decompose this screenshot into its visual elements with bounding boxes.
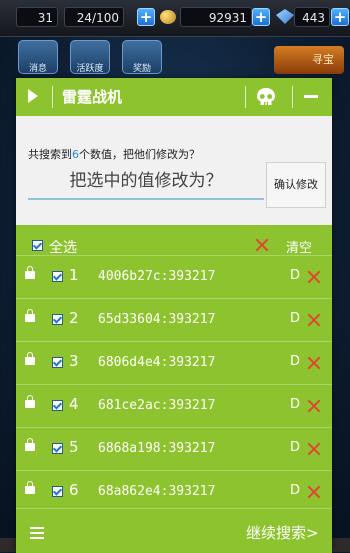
- found-count-text: 共搜索到6个数值，把他们修改为？: [28, 146, 200, 162]
- row-address: 6806d4e4:393217: [98, 355, 216, 370]
- delete-row-icon[interactable]: [307, 270, 321, 284]
- treasure-button[interactable]: 寻宝: [274, 46, 344, 74]
- delete-row-icon[interactable]: [307, 313, 321, 327]
- row-address: 6868a198:393217: [98, 441, 216, 456]
- row-checkbox[interactable]: [52, 400, 63, 411]
- title-bar: 雷霆战机: [16, 78, 332, 116]
- modifier-panel: 雷霆战机 共搜索到6个数值，把他们修改为？ 确认修改 全选 清空 1 4006b…: [16, 78, 332, 553]
- messages-icon[interactable]: 消息: [18, 40, 58, 74]
- continue-search-button[interactable]: 继续搜索>: [246, 522, 319, 543]
- row-address: 68a862e4:393217: [98, 484, 216, 499]
- row-type: D: [290, 440, 301, 455]
- title-divider: [292, 86, 293, 108]
- row-type: D: [290, 397, 301, 412]
- new-value-input[interactable]: [28, 164, 264, 200]
- add-coins-button[interactable]: +: [252, 8, 270, 26]
- coin-stat: 92931: [180, 7, 252, 27]
- result-row[interactable]: 6 68a862e4:393217 D: [16, 470, 332, 513]
- activity-icon[interactable]: 活跃度: [70, 40, 110, 74]
- lock-icon[interactable]: [25, 438, 35, 451]
- row-index: 3: [69, 352, 79, 370]
- row-type: D: [290, 354, 301, 369]
- energy-stat: 24/100: [64, 7, 124, 27]
- row-address: 681ce2ac:393217: [98, 398, 216, 413]
- game-top-bar: 31 24/100 + 92931 + 443 +: [0, 0, 350, 37]
- confirm-modify-button[interactable]: 确认修改: [266, 162, 326, 208]
- bottom-bar: 继续搜索>: [16, 508, 332, 553]
- row-checkbox[interactable]: [52, 314, 63, 325]
- result-row[interactable]: 2 65d33604:393217 D: [16, 298, 332, 341]
- select-all-checkbox[interactable]: [32, 240, 43, 251]
- lock-icon[interactable]: [25, 266, 35, 279]
- found-count: 6: [72, 148, 79, 161]
- play-icon[interactable]: [28, 89, 38, 103]
- delete-row-icon[interactable]: [307, 442, 321, 456]
- found-prefix: 共搜索到: [28, 148, 72, 161]
- result-row[interactable]: 1 4006b27c:393217 D: [16, 255, 332, 298]
- row-checkbox[interactable]: [52, 443, 63, 454]
- row-index: 2: [69, 309, 79, 327]
- found-suffix: 个数值，把他们修改为？: [79, 148, 200, 161]
- row-checkbox[interactable]: [52, 271, 63, 282]
- select-all-label[interactable]: 全选: [49, 237, 77, 257]
- gem-icon: [276, 9, 294, 24]
- row-address: 4006b27c:393217: [98, 269, 216, 284]
- add-gems-button[interactable]: +: [331, 8, 349, 26]
- lock-icon[interactable]: [25, 309, 35, 322]
- menu-icon[interactable]: [30, 527, 44, 539]
- lock-icon[interactable]: [25, 481, 35, 494]
- row-index: 4: [69, 395, 79, 413]
- row-index: 1: [69, 266, 79, 284]
- result-row[interactable]: 5 6868a198:393217 D: [16, 427, 332, 470]
- delete-selected-icon[interactable]: [255, 238, 269, 252]
- coin-icon: [160, 10, 176, 24]
- result-row[interactable]: 3 6806d4e4:393217 D: [16, 341, 332, 384]
- minimize-icon[interactable]: [304, 95, 318, 98]
- delete-row-icon[interactable]: [307, 399, 321, 413]
- result-row[interactable]: 4 681ce2ac:393217 D: [16, 384, 332, 427]
- level-stat: 31: [16, 7, 58, 27]
- row-index: 5: [69, 438, 79, 456]
- gem-stat: 443: [294, 7, 330, 27]
- title-divider: [52, 86, 53, 108]
- clear-button[interactable]: 清空: [286, 237, 312, 256]
- lock-icon[interactable]: [25, 395, 35, 408]
- row-address: 65d33604:393217: [98, 312, 216, 327]
- skull-icon[interactable]: [255, 87, 277, 107]
- title-divider: [245, 86, 246, 108]
- add-energy-button[interactable]: +: [137, 8, 155, 26]
- row-type: D: [290, 268, 301, 283]
- delete-row-icon[interactable]: [307, 356, 321, 370]
- reward-icon[interactable]: 奖励: [122, 40, 162, 74]
- row-checkbox[interactable]: [52, 357, 63, 368]
- lock-icon[interactable]: [25, 352, 35, 365]
- app-title: 雷霆战机: [62, 88, 123, 106]
- modify-section: 共搜索到6个数值，把他们修改为？ 确认修改: [16, 116, 332, 225]
- row-index: 6: [69, 481, 79, 499]
- row-checkbox[interactable]: [52, 486, 63, 497]
- delete-row-icon[interactable]: [307, 485, 321, 499]
- row-type: D: [290, 311, 301, 326]
- row-type: D: [290, 483, 301, 498]
